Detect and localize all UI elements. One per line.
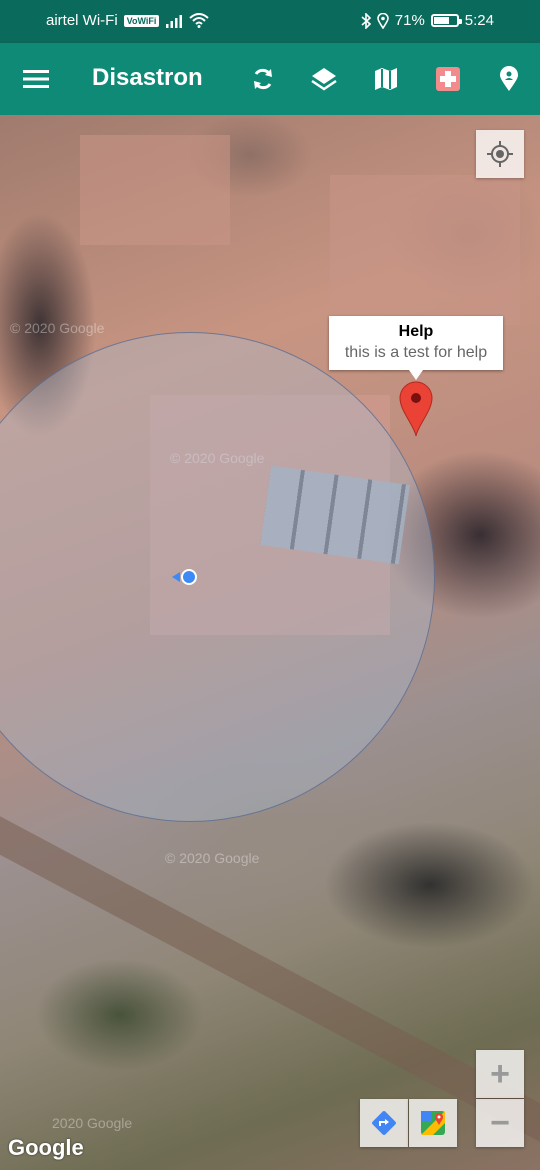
- battery-icon: [430, 14, 462, 27]
- bearing-indicator: [172, 572, 180, 582]
- my-location-icon[interactable]: [476, 130, 524, 178]
- app-bar: Disastron: [0, 43, 540, 115]
- clock: 5:24: [464, 12, 494, 29]
- info-window-title: Help: [398, 323, 434, 340]
- google-attribution: Google: [8, 1135, 84, 1160]
- layers-icon[interactable]: [304, 59, 344, 99]
- satellite-building: [330, 175, 520, 325]
- map-icon[interactable]: [366, 59, 406, 99]
- directions-icon[interactable]: [360, 1099, 408, 1147]
- status-bar: airtel Wi-Fi VoWiFi 71% 5:24: [0, 0, 540, 43]
- battery-percent: 71%: [394, 12, 425, 29]
- satellite-road: [0, 795, 540, 1154]
- medical-cross-icon[interactable]: [428, 59, 468, 99]
- map-watermark: 2020 Google: [52, 1115, 133, 1131]
- location-icon: [376, 12, 389, 29]
- zoom-in-icon[interactable]: +: [476, 1050, 524, 1098]
- vowifi-badge: VoWiFi: [123, 14, 160, 27]
- carrier-label: airtel Wi-Fi: [46, 12, 118, 29]
- map-watermark: © 2020 Google: [165, 850, 260, 866]
- satellite-building: [80, 135, 230, 245]
- signal-icon: [166, 14, 183, 28]
- map-view[interactable]: © 2020 Google © 2020 Google © 2020 Googl…: [0, 115, 540, 1170]
- bluetooth-icon: [361, 12, 371, 29]
- zoom-in-label: +: [490, 1054, 510, 1093]
- location-pin-icon[interactable]: [489, 59, 529, 99]
- app-title: Disastron: [92, 64, 203, 91]
- my-location-dot: [181, 569, 197, 585]
- refresh-icon[interactable]: [243, 59, 283, 99]
- map-watermark: © 2020 Google: [10, 320, 105, 336]
- info-window-snippet: this is a test for help: [344, 344, 488, 361]
- map-marker-icon[interactable]: [399, 381, 433, 437]
- wifi-icon: [189, 13, 210, 28]
- google-maps-icon[interactable]: [409, 1099, 457, 1147]
- zoom-out-label: −: [490, 1103, 510, 1142]
- menu-icon[interactable]: [16, 59, 56, 99]
- zoom-out-icon[interactable]: −: [476, 1099, 524, 1147]
- marker-info-window[interactable]: Help this is a test for help: [329, 316, 503, 380]
